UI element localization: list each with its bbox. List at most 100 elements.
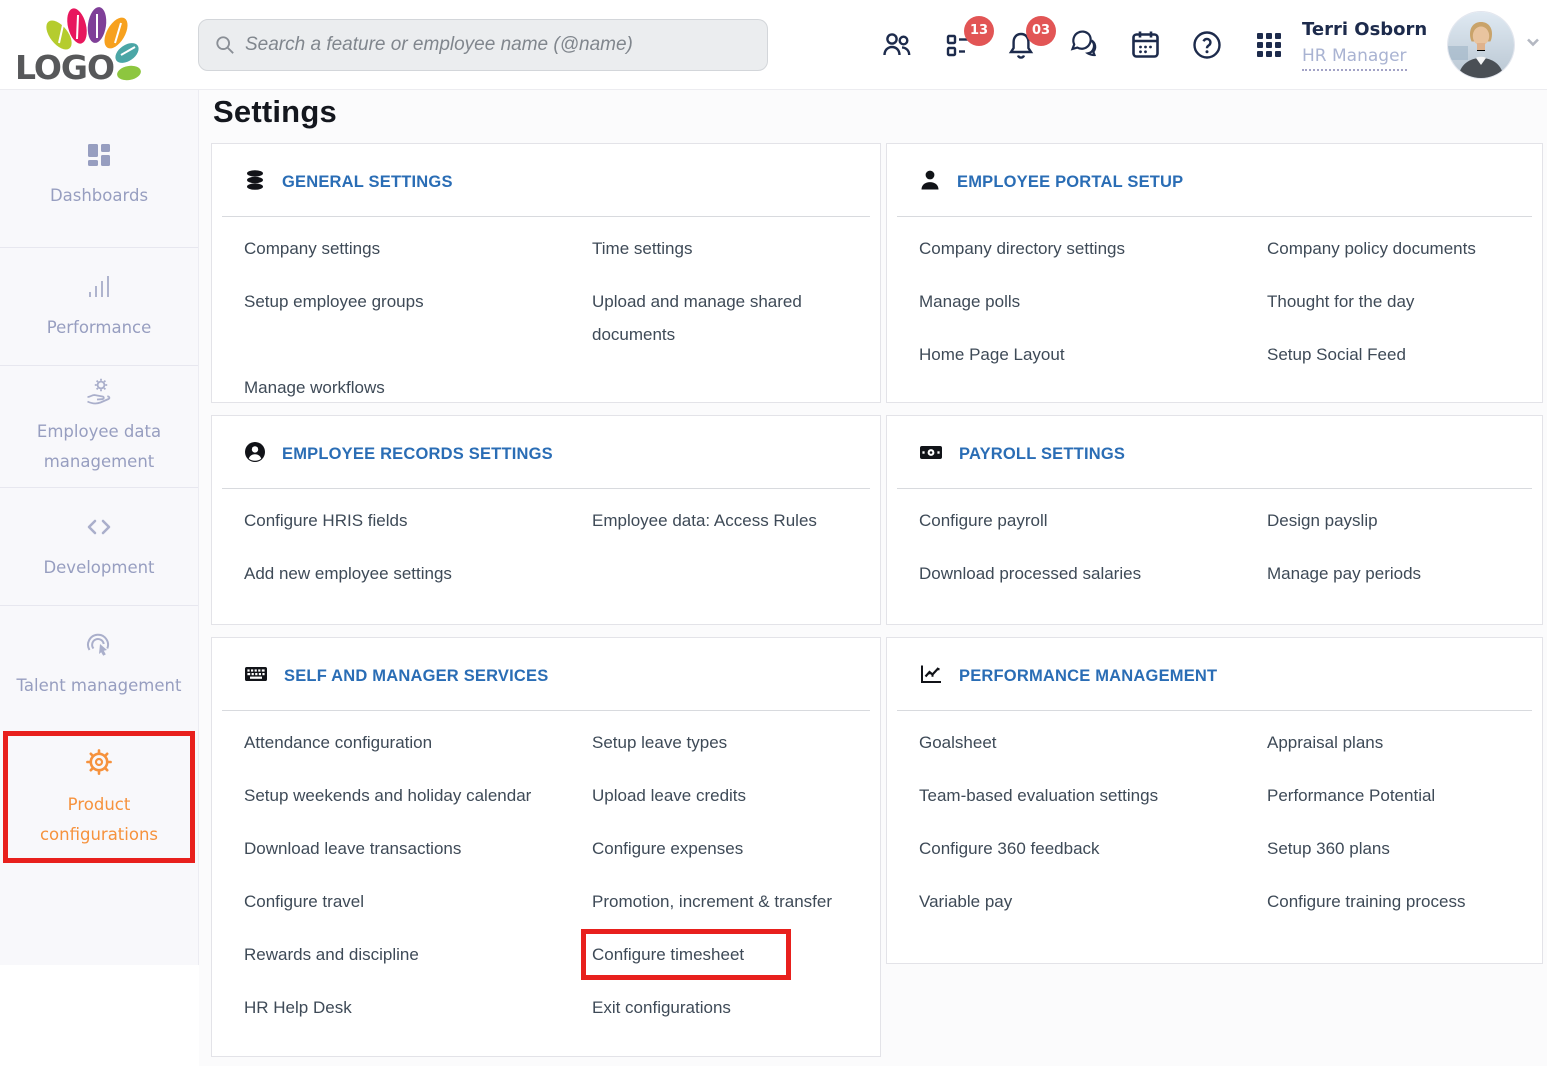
calendar-icon[interactable]: [1128, 28, 1162, 62]
card-self-and-manager-services: SELF AND MANAGER SERVICES Attendance conf…: [211, 637, 881, 1057]
card-performance-management: PERFORMANCE MANAGEMENTGoalsheetAppraisal…: [886, 637, 1543, 964]
card-links: Company directory settingsCompany policy…: [887, 217, 1542, 371]
card-title: EMPLOYEE PORTAL SETUP: [957, 173, 1183, 192]
link-setup-weekends-and-holiday-calendar[interactable]: Setup weekends and holiday calendar: [244, 779, 592, 812]
page-title: Settings: [213, 94, 1543, 130]
link-download-leave-transactions[interactable]: Download leave transactions: [244, 832, 592, 865]
dashboards-icon: [84, 140, 114, 170]
link-company-directory-settings[interactable]: Company directory settings: [919, 232, 1267, 265]
user-name: Terri Osborn: [1302, 19, 1430, 40]
link-design-payslip[interactable]: Design payslip: [1267, 504, 1518, 537]
link-hr-help-desk[interactable]: HR Help Desk: [244, 991, 592, 1024]
org-tasks-badge: 13: [964, 16, 994, 46]
card-title: SELF AND MANAGER SERVICES: [284, 667, 548, 686]
user-role[interactable]: HR Manager: [1302, 46, 1407, 71]
sidebar-item-label: Product configurations: [12, 790, 186, 850]
help-icon[interactable]: [1190, 28, 1224, 62]
card-header: PAYROLL SETTINGS: [887, 416, 1542, 488]
link-promotion-increment-transfer[interactable]: Promotion, increment & transfer: [592, 885, 856, 918]
notifications-icon[interactable]: 03: [1004, 28, 1038, 62]
card-title: PAYROLL SETTINGS: [959, 445, 1125, 464]
banknote-icon: [919, 441, 943, 468]
link-configure-expenses[interactable]: Configure expenses: [592, 832, 856, 865]
chevron-down-icon[interactable]: [1524, 33, 1542, 56]
link-configure-training-process[interactable]: Configure training process: [1267, 885, 1518, 918]
apps-grid-icon[interactable]: [1252, 28, 1286, 62]
keyboard-icon: [244, 663, 268, 690]
card-general-settings: GENERAL SETTINGS Company settingsTime set…: [211, 143, 881, 403]
chat-icon[interactable]: [1066, 28, 1100, 62]
link-upload-and-manage-shared-documents[interactable]: Upload and manage shared documents: [592, 285, 856, 351]
link-variable-pay[interactable]: Variable pay: [919, 885, 1267, 918]
card-links: Configure payrollDesign payslipDownload …: [887, 489, 1542, 590]
link-configure-hris-fields[interactable]: Configure HRIS fields: [244, 504, 592, 537]
link-manage-workflows[interactable]: Manage workflows: [244, 371, 592, 403]
card-header: GENERAL SETTINGS: [212, 144, 880, 216]
sidebar-item-label: Dashboards: [50, 181, 148, 211]
link-company-settings[interactable]: Company settings: [244, 232, 592, 265]
card-title: GENERAL SETTINGS: [282, 173, 453, 192]
link-configure-payroll[interactable]: Configure payroll: [919, 504, 1267, 537]
sidebar-item-employee-data-management[interactable]: Employee data management: [0, 366, 198, 488]
link-configure-360-feedback[interactable]: Configure 360 feedback: [919, 832, 1267, 865]
link-configure-travel[interactable]: Configure travel: [244, 885, 592, 918]
logo: LOGO: [0, 0, 164, 90]
talent-icon: [83, 630, 115, 660]
link-rewards-and-discipline[interactable]: Rewards and discipline: [244, 938, 592, 971]
top-header: LOGO 13 03: [0, 0, 1547, 90]
link-manage-polls[interactable]: Manage polls: [919, 285, 1267, 318]
product-config-icon: [82, 745, 116, 779]
performance-icon: [84, 272, 114, 302]
sidebar-item-label: Employee data management: [6, 417, 192, 477]
sidebar-item-product-configurations[interactable]: Product configurations: [3, 731, 195, 863]
link-thought-for-the-day[interactable]: Thought for the day: [1267, 285, 1518, 318]
logo-text: LOGO: [15, 48, 114, 87]
sidebar-item-talent-management[interactable]: Talent management: [0, 606, 198, 723]
sidebar-item-label: Talent management: [17, 671, 182, 701]
link-download-processed-salaries[interactable]: Download processed salaries: [919, 557, 1267, 590]
person-circle-icon: [244, 441, 266, 468]
development-icon: [84, 512, 114, 542]
search-bar[interactable]: [198, 19, 768, 71]
card-links: Configure HRIS fieldsEmployee data: Acce…: [212, 489, 880, 590]
link-setup-employee-groups[interactable]: Setup employee groups: [244, 285, 592, 318]
link-home-page-layout[interactable]: Home Page Layout: [919, 338, 1267, 371]
search-icon: [215, 35, 235, 55]
sidebar-item-performance[interactable]: Performance: [0, 248, 198, 366]
link-time-settings[interactable]: Time settings: [592, 232, 856, 265]
link-setup-360-plans[interactable]: Setup 360 plans: [1267, 832, 1518, 865]
card-links: Attendance configurationSetup leave type…: [212, 711, 880, 1024]
org-tasks-icon[interactable]: 13: [942, 28, 976, 62]
card-employee-portal-setup: EMPLOYEE PORTAL SETUP Company directory s…: [886, 143, 1543, 403]
link-employee-data-access-rules[interactable]: Employee data: Access Rules: [592, 504, 856, 537]
header-icon-group: 13 03: [880, 28, 1286, 62]
card-header: SELF AND MANAGER SERVICES: [212, 638, 880, 710]
link-exit-configurations[interactable]: Exit configurations: [592, 991, 856, 1024]
link-team-based-evaluation-settings[interactable]: Team-based evaluation settings: [919, 779, 1267, 812]
card-employee-records-settings: EMPLOYEE RECORDS SETTINGS Configure HRIS …: [211, 415, 881, 625]
link-manage-pay-periods[interactable]: Manage pay periods: [1267, 557, 1518, 590]
link-add-new-employee-settings[interactable]: Add new employee settings: [244, 557, 592, 590]
card-header: EMPLOYEE PORTAL SETUP: [887, 144, 1542, 216]
link-setup-social-feed[interactable]: Setup Social Feed: [1267, 338, 1518, 371]
link-configure-timesheet[interactable]: Configure timesheet: [581, 929, 791, 980]
user-block: Terri Osborn HR Manager: [1302, 19, 1430, 71]
sidebar-item-development[interactable]: Development: [0, 488, 198, 606]
link-setup-leave-types[interactable]: Setup leave types: [592, 726, 856, 759]
search-input[interactable]: [245, 34, 751, 56]
link-attendance-configuration[interactable]: Attendance configuration: [244, 726, 592, 759]
link-performance-potential[interactable]: Performance Potential: [1267, 779, 1518, 812]
link-upload-leave-credits[interactable]: Upload leave credits: [592, 779, 856, 812]
link-goalsheet[interactable]: Goalsheet: [919, 726, 1267, 759]
sidebar-item-dashboards[interactable]: Dashboards: [0, 90, 198, 248]
link-appraisal-plans[interactable]: Appraisal plans: [1267, 726, 1518, 759]
card-links: GoalsheetAppraisal plansTeam-based evalu…: [887, 711, 1542, 918]
sidebar-item-label: Development: [43, 553, 154, 583]
team-icon[interactable]: [880, 28, 914, 62]
avatar[interactable]: [1448, 12, 1514, 78]
person-icon: [919, 169, 941, 196]
card-title: EMPLOYEE RECORDS SETTINGS: [282, 445, 553, 464]
card-payroll-settings: PAYROLL SETTINGS Configure payrollDesign …: [886, 415, 1543, 625]
card-header: PERFORMANCE MANAGEMENT: [887, 638, 1542, 710]
link-company-policy-documents[interactable]: Company policy documents: [1267, 232, 1518, 265]
